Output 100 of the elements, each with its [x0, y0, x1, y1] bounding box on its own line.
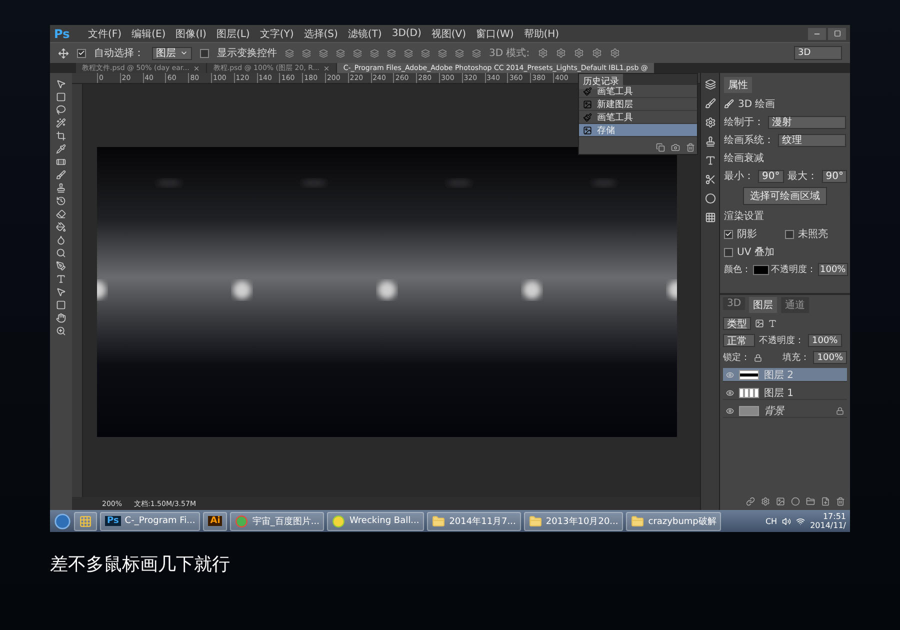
fill-field[interactable]: 100%	[813, 351, 847, 364]
layer-action-icon[interactable]	[821, 497, 830, 506]
checkbox[interactable]	[724, 230, 733, 238]
eye-icon[interactable]	[726, 370, 734, 378]
min-field[interactable]: 90°	[758, 170, 784, 182]
image-filter-icon[interactable]	[755, 319, 764, 328]
type-filter-icon[interactable]	[768, 319, 777, 328]
pen-icon[interactable]	[56, 261, 66, 271]
bucket-icon[interactable]	[56, 222, 66, 232]
filter-select[interactable]: 类型	[723, 317, 751, 330]
menu-item[interactable]: 编辑(E)	[132, 26, 166, 40]
history-item[interactable]: 画笔工具	[579, 85, 697, 98]
taskbar-item[interactable]: Ai	[203, 512, 228, 530]
history-brush-icon[interactable]	[56, 196, 66, 206]
marquee-tool-icon[interactable]	[56, 92, 66, 102]
history-item[interactable]: 新建图层	[579, 98, 697, 111]
eraser-icon[interactable]	[56, 209, 66, 219]
history-action-icon[interactable]	[656, 143, 665, 152]
select-area-button[interactable]: 选择可绘画区域	[743, 187, 827, 205]
panel-icon[interactable]	[704, 155, 716, 166]
close-icon[interactable]	[323, 64, 330, 72]
checkbox[interactable]	[785, 230, 794, 238]
taskbar-item[interactable]: 2013年10月20...	[524, 512, 624, 530]
taskbar-item[interactable]: 宇宙_百度图片...	[230, 512, 324, 530]
menu-item[interactable]: 3D(D)	[392, 28, 422, 39]
clock-time: 17:51	[822, 512, 846, 521]
layer-row[interactable]: 图层 2	[723, 368, 847, 382]
layer-action-icon[interactable]	[791, 497, 800, 506]
color-swatch[interactable]	[753, 264, 769, 274]
taskbar-item[interactable]: crazybump破解	[626, 512, 722, 530]
history-item[interactable]: 存储	[579, 124, 697, 137]
layer-action-icon[interactable]	[836, 497, 845, 506]
opacity-field[interactable]: 100%	[808, 334, 842, 347]
checkbox[interactable]	[724, 248, 733, 256]
eyedropper-icon[interactable]	[56, 144, 66, 154]
menu-item[interactable]: 图层(L)	[216, 26, 250, 40]
history-action-icon[interactable]	[686, 143, 695, 152]
hand-icon[interactable]	[56, 313, 66, 323]
panel-icon[interactable]	[704, 117, 716, 128]
field-label: 绘画系统：	[724, 134, 774, 147]
blend-select[interactable]: 正常	[723, 334, 755, 347]
network-icon[interactable]	[796, 516, 806, 526]
panel-tab[interactable]: 通道	[781, 297, 810, 313]
option-label: 自动选择：	[94, 46, 144, 60]
layer-action-icon[interactable]	[776, 497, 785, 506]
droplet-icon[interactable]	[56, 235, 66, 245]
stamp-icon[interactable]	[56, 183, 66, 193]
checkbox[interactable]	[77, 48, 86, 58]
menu-item[interactable]: 图像(I)	[176, 26, 206, 40]
close-icon[interactable]	[193, 64, 200, 72]
minimize-button[interactable]	[808, 28, 826, 40]
menu-item[interactable]: 视图(V)	[431, 26, 466, 40]
menu-item[interactable]: 文件(F)	[88, 26, 122, 40]
panel-icon[interactable]	[704, 212, 716, 223]
lasso-icon[interactable]	[56, 105, 66, 115]
start-button[interactable]	[54, 512, 71, 530]
panel-icon[interactable]	[704, 193, 716, 204]
caption: 差不多鼠标画几下就行	[50, 553, 231, 576]
target-select[interactable]: 图层	[152, 46, 192, 60]
panel-tab[interactable]: 属性	[724, 77, 752, 93]
layer-row[interactable]: 图层 1	[723, 386, 847, 400]
layer-action-icon[interactable]	[806, 497, 815, 506]
crop-icon[interactable]	[56, 131, 66, 141]
layer-row[interactable]: 背景	[723, 404, 847, 418]
layer-action-icon[interactable]	[746, 497, 755, 506]
opacity-field[interactable]: 100%	[818, 263, 848, 276]
paint-on-select[interactable]: 漫射	[768, 116, 846, 128]
history-action-icon[interactable]	[671, 143, 680, 152]
type-icon[interactable]	[56, 274, 66, 284]
menu-item[interactable]: 窗口(W)	[476, 26, 514, 40]
eye-icon[interactable]	[726, 388, 734, 396]
workspace-field[interactable]: 3D	[794, 46, 842, 60]
brush-icon[interactable]	[56, 170, 66, 180]
eye-icon[interactable]	[726, 406, 734, 414]
speaker-icon[interactable]	[782, 516, 792, 526]
zoom-icon[interactable]	[56, 326, 66, 336]
round-app-icon	[235, 514, 248, 528]
max-field[interactable]: 90°	[822, 170, 848, 182]
panel-icon[interactable]	[704, 98, 716, 109]
paint-system-select[interactable]: 纹理	[778, 134, 846, 146]
rectangle-icon[interactable]	[56, 300, 66, 310]
menu-item[interactable]: 文字(Y)	[260, 26, 294, 40]
panel-icon[interactable]	[704, 136, 716, 147]
panel-icon[interactable]	[704, 79, 716, 90]
taskbar-item[interactable]: Ps C-_Program Fi...	[100, 512, 200, 530]
menu-item[interactable]: 帮助(H)	[524, 26, 560, 40]
panel-icon[interactable]	[704, 174, 716, 185]
checkbox[interactable]	[200, 48, 209, 58]
panel-tab[interactable]: 图层	[749, 297, 778, 313]
panel-tab[interactable]: 3D	[723, 297, 746, 310]
bandage-icon[interactable]	[56, 157, 66, 167]
wand-icon[interactable]	[56, 118, 66, 128]
maximize-button[interactable]	[828, 28, 846, 40]
taskbar-item[interactable]: Wrecking Ball...	[327, 512, 424, 530]
menu-item[interactable]: 选择(S)	[304, 26, 338, 40]
taskbar-item[interactable]	[74, 512, 97, 530]
menu-item[interactable]: 滤镜(T)	[348, 26, 382, 40]
taskbar-item[interactable]: 2014年11月7...	[427, 512, 521, 530]
lock-icon[interactable]	[754, 354, 762, 362]
layer-action-icon[interactable]	[761, 497, 770, 506]
